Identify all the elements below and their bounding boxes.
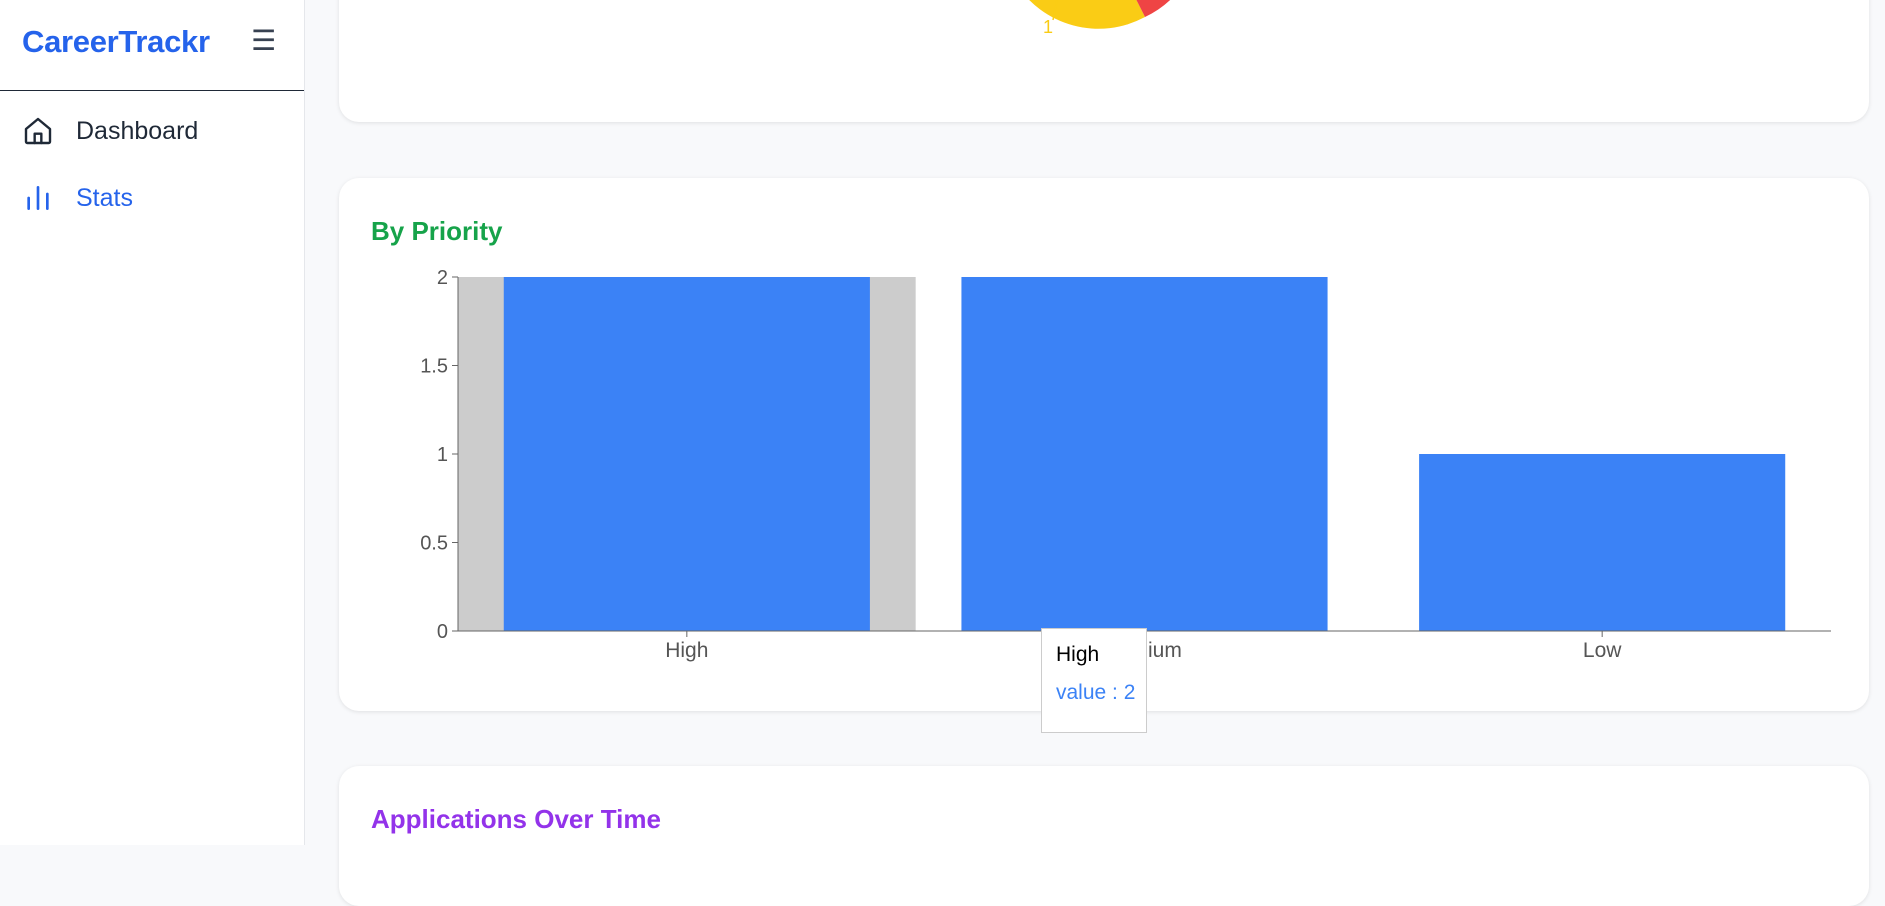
hamburger-menu-icon[interactable]: ☰ [251,27,276,55]
bar-medium[interactable] [961,277,1328,631]
tooltip-value: value : 2 [1056,681,1136,704]
status-pie-chart: 1 [1015,0,1171,37]
y-tick-label: 1.5 [420,356,448,378]
sidebar-item-dashboard[interactable]: Dashboard [22,115,198,147]
card-title: Applications Over Time [371,804,661,834]
applications-over-time-card: Applications Over Time [339,766,1869,906]
x-tick-label: High [665,639,708,662]
app-logo[interactable]: CareerTrackr [22,24,210,60]
y-tick-label: 0.5 [420,533,448,555]
pie-slice-label: 1 [1043,17,1053,37]
bar-low[interactable] [1419,454,1786,631]
sidebar: CareerTrackr ☰ Dashboard Stats [0,0,305,845]
y-tick-label: 0 [437,621,448,643]
bar-high[interactable] [503,277,870,631]
sidebar-item-stats[interactable]: Stats [22,182,133,214]
home-icon [22,115,54,147]
sidebar-header: CareerTrackr ☰ [0,0,304,91]
sidebar-item-label: Stats [76,183,133,212]
tooltip-label: High [1056,643,1100,666]
priority-chart-card: By Priority 00.511.52HighMediumLow High … [339,178,1869,733]
status-chart-card: 1 [339,0,1869,122]
x-tick-label: Low [1583,639,1622,662]
bar-chart-icon [22,182,54,214]
chart-tooltip: High value : 2 [1041,628,1147,733]
sidebar-item-label: Dashboard [76,116,199,145]
y-tick-label: 2 [437,267,448,289]
pie-slice-yellow[interactable] [1015,0,1145,29]
y-tick-label: 1 [437,444,448,466]
